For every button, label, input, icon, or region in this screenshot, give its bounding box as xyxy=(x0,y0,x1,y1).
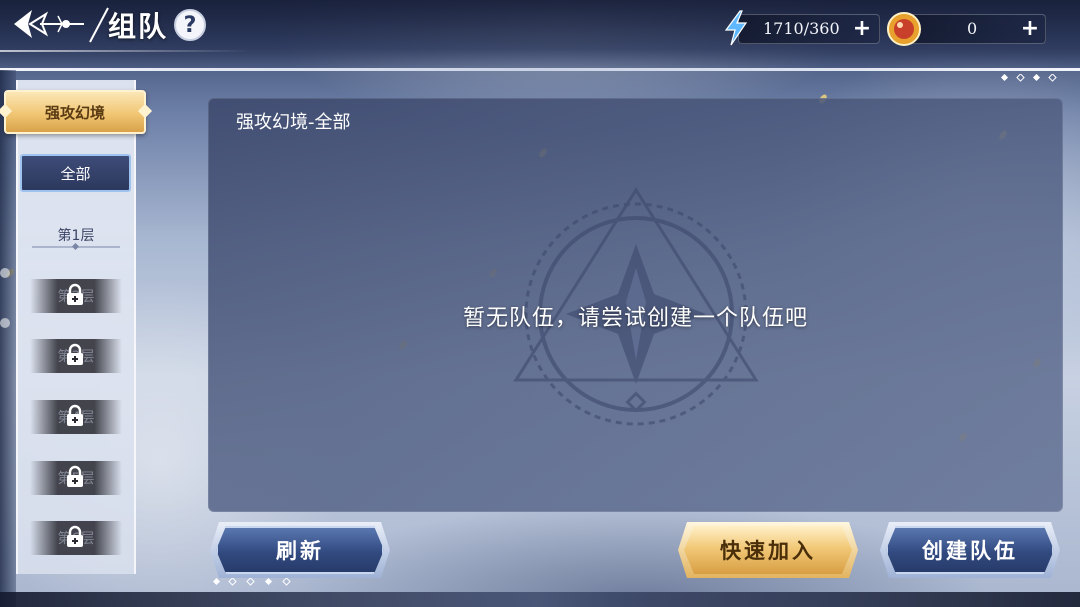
back-arrow-icon[interactable] xyxy=(10,4,88,44)
layer-item-1[interactable]: 第1层 xyxy=(30,217,122,253)
lock-icon xyxy=(67,525,83,547)
layer-label: 第1层 xyxy=(57,228,95,244)
layer-item-5-locked[interactable]: 第5层 xyxy=(30,461,122,495)
lock-icon xyxy=(67,343,83,365)
lock-icon xyxy=(67,283,83,305)
empty-team-message: 暂无队伍，请尝试创建一个队伍吧 xyxy=(462,306,808,331)
header-divider xyxy=(0,68,1080,71)
layer-item-3-locked[interactable]: 第3层 xyxy=(30,339,122,373)
layer-divider-icon xyxy=(32,243,120,251)
coin-value: 0 xyxy=(967,19,978,38)
panel-heading: 强攻幻境-全部 xyxy=(236,112,351,133)
energy-resource: 1710/360 + xyxy=(738,14,880,44)
energy-value: 1710/360 xyxy=(763,19,840,38)
layer-item-6-locked[interactable]: 第6层 xyxy=(30,521,122,555)
coin-resource: 0 + xyxy=(904,14,1046,44)
page-title: 组队 xyxy=(108,10,169,43)
coin-add-button[interactable]: + xyxy=(1019,18,1041,40)
title-underline xyxy=(0,50,250,52)
help-button[interactable]: ? xyxy=(174,9,206,41)
layer-item-all[interactable]: 全部 xyxy=(20,154,131,192)
lock-icon xyxy=(67,404,83,426)
energy-add-button[interactable]: + xyxy=(851,18,873,40)
bottom-bar xyxy=(0,592,1080,607)
rail-dot xyxy=(0,268,10,278)
diamond-decoration-icon xyxy=(212,578,291,586)
category-tab-qianggong[interactable]: 强攻幻境 xyxy=(4,90,146,134)
energy-bolt-icon xyxy=(724,10,748,46)
refresh-button[interactable]: 刷新 xyxy=(216,526,384,574)
layer-item-4-locked[interactable]: 第4层 xyxy=(30,400,122,434)
diamond-decoration-icon xyxy=(1000,74,1057,82)
rail-dot xyxy=(0,318,10,328)
create-team-button[interactable]: 创建队伍 xyxy=(886,526,1054,574)
lock-icon xyxy=(67,465,83,487)
quick-join-button[interactable]: 快速加入 xyxy=(684,526,852,574)
layer-item-2-locked[interactable]: 第2层 xyxy=(30,279,122,313)
gold-coin-icon xyxy=(887,12,921,46)
left-rail xyxy=(0,70,16,607)
